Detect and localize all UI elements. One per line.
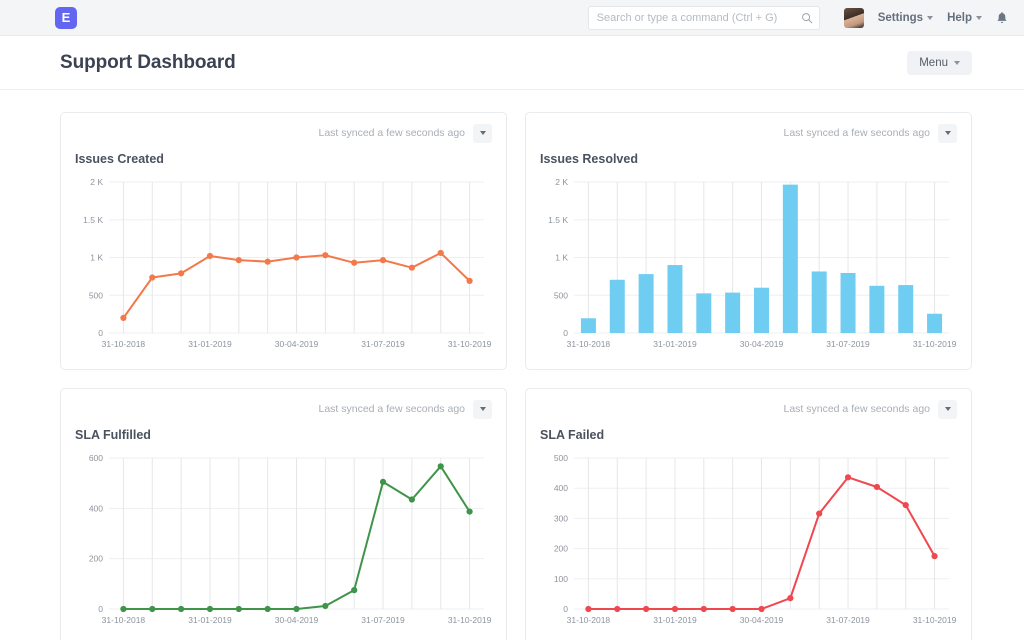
card-topbar: Last synced a few seconds ago xyxy=(540,123,957,143)
svg-text:1.5 K: 1.5 K xyxy=(83,215,103,225)
dashboard-grid: Last synced a few seconds ago Issues Cre… xyxy=(60,112,972,640)
svg-text:1 K: 1 K xyxy=(555,253,568,263)
svg-text:2 K: 2 K xyxy=(555,177,568,187)
help-label: Help xyxy=(947,12,972,24)
settings-label: Settings xyxy=(878,12,923,24)
card-topbar: Last synced a few seconds ago xyxy=(75,123,492,143)
svg-text:30-04-2019: 30-04-2019 xyxy=(740,339,784,349)
svg-text:31-07-2019: 31-07-2019 xyxy=(826,339,870,349)
search-container xyxy=(588,6,820,30)
svg-text:0: 0 xyxy=(563,604,568,614)
chevron-down-icon xyxy=(954,61,960,65)
svg-text:1.5 K: 1.5 K xyxy=(548,215,568,225)
card-dropdown-button[interactable] xyxy=(473,400,492,419)
card-issues-resolved: Last synced a few seconds ago Issues Res… xyxy=(525,112,972,370)
card-topbar: Last synced a few seconds ago xyxy=(540,399,957,419)
svg-text:31-10-2019: 31-10-2019 xyxy=(913,339,957,349)
chart-sla-failed[interactable]: 0 100 200 300 400 500 31-10-2018 31-01-2019 30-0… xyxy=(540,450,957,631)
svg-text:0: 0 xyxy=(98,604,103,614)
svg-text:200: 200 xyxy=(89,554,103,564)
bell-icon[interactable] xyxy=(996,11,1008,25)
help-menu[interactable]: Help xyxy=(947,12,982,24)
menu-button-label: Menu xyxy=(919,57,948,69)
settings-menu[interactable]: Settings xyxy=(878,12,933,24)
card-dropdown-button[interactable] xyxy=(938,400,957,419)
chevron-down-icon xyxy=(945,131,951,135)
svg-text:31-10-2018: 31-10-2018 xyxy=(102,339,146,349)
svg-text:31-10-2018: 31-10-2018 xyxy=(102,615,146,625)
svg-text:31-10-2018: 31-10-2018 xyxy=(567,615,611,625)
svg-text:300: 300 xyxy=(554,513,568,523)
svg-text:30-04-2019: 30-04-2019 xyxy=(275,615,319,625)
avatar[interactable] xyxy=(844,8,864,28)
chart-sla-fulfilled[interactable]: 0 200 400 600 31-10-2018 31-01-2019 30-04-2019… xyxy=(75,450,492,631)
svg-text:500: 500 xyxy=(554,290,568,300)
chart-issues-created[interactable]: 0 500 1 K 1.5 K 2 K 31-10-2018 31-01-2019 30-04… xyxy=(75,174,492,355)
card-title: SLA Failed xyxy=(540,428,957,442)
svg-text:600: 600 xyxy=(89,453,103,463)
sync-status: Last synced a few seconds ago xyxy=(783,127,930,139)
svg-text:30-04-2019: 30-04-2019 xyxy=(740,615,784,625)
svg-text:31-10-2019: 31-10-2019 xyxy=(913,615,957,625)
svg-text:31-07-2019: 31-07-2019 xyxy=(826,615,870,625)
svg-text:400: 400 xyxy=(554,483,568,493)
menu-button[interactable]: Menu xyxy=(907,51,972,75)
top-navbar: E Settings Help xyxy=(0,0,1024,36)
svg-text:30-04-2019: 30-04-2019 xyxy=(275,339,319,349)
svg-text:31-01-2019: 31-01-2019 xyxy=(188,615,232,625)
svg-text:400: 400 xyxy=(89,503,103,513)
card-title: SLA Fulfilled xyxy=(75,428,492,442)
svg-text:31-07-2019: 31-07-2019 xyxy=(361,615,405,625)
app-logo-letter: E xyxy=(62,10,71,25)
navbar-right-group: Settings Help xyxy=(844,8,1008,28)
card-topbar: Last synced a few seconds ago xyxy=(75,399,492,419)
sync-status: Last synced a few seconds ago xyxy=(318,403,465,415)
card-dropdown-button[interactable] xyxy=(938,124,957,143)
svg-text:31-10-2019: 31-10-2019 xyxy=(448,339,492,349)
svg-text:0: 0 xyxy=(98,328,103,338)
card-title: Issues Created xyxy=(75,152,492,166)
svg-text:200: 200 xyxy=(554,544,568,554)
svg-text:31-01-2019: 31-01-2019 xyxy=(653,615,697,625)
card-title: Issues Resolved xyxy=(540,152,957,166)
chevron-down-icon xyxy=(945,407,951,411)
svg-text:2 K: 2 K xyxy=(90,177,103,187)
chevron-down-icon xyxy=(927,16,933,20)
svg-text:500: 500 xyxy=(89,290,103,300)
card-sla-fulfilled: Last synced a few seconds ago SLA Fulfil… xyxy=(60,388,507,640)
svg-text:1 K: 1 K xyxy=(90,253,103,263)
chevron-down-icon xyxy=(480,131,486,135)
card-dropdown-button[interactable] xyxy=(473,124,492,143)
svg-text:31-07-2019: 31-07-2019 xyxy=(361,339,405,349)
sync-status: Last synced a few seconds ago xyxy=(783,403,930,415)
svg-text:500: 500 xyxy=(554,453,568,463)
svg-text:0: 0 xyxy=(563,328,568,338)
svg-text:31-10-2018: 31-10-2018 xyxy=(567,339,611,349)
svg-text:31-01-2019: 31-01-2019 xyxy=(653,339,697,349)
app-logo[interactable]: E xyxy=(55,7,77,29)
chevron-down-icon xyxy=(480,407,486,411)
search-input[interactable] xyxy=(588,6,820,30)
svg-text:100: 100 xyxy=(554,574,568,584)
card-issues-created: Last synced a few seconds ago Issues Cre… xyxy=(60,112,507,370)
svg-text:31-01-2019: 31-01-2019 xyxy=(188,339,232,349)
chart-issues-resolved[interactable]: 0 500 1 K 1.5 K 2 K 31-10-2018 31-01-2019 30-04… xyxy=(540,174,957,355)
page-header: Support Dashboard Menu xyxy=(0,36,1024,90)
card-sla-failed: Last synced a few seconds ago SLA Failed… xyxy=(525,388,972,640)
chevron-down-icon xyxy=(976,16,982,20)
sync-status: Last synced a few seconds ago xyxy=(318,127,465,139)
svg-text:31-10-2019: 31-10-2019 xyxy=(448,615,492,625)
page-title: Support Dashboard xyxy=(60,52,236,74)
dashboard-content: Last synced a few seconds ago Issues Cre… xyxy=(0,90,1024,640)
